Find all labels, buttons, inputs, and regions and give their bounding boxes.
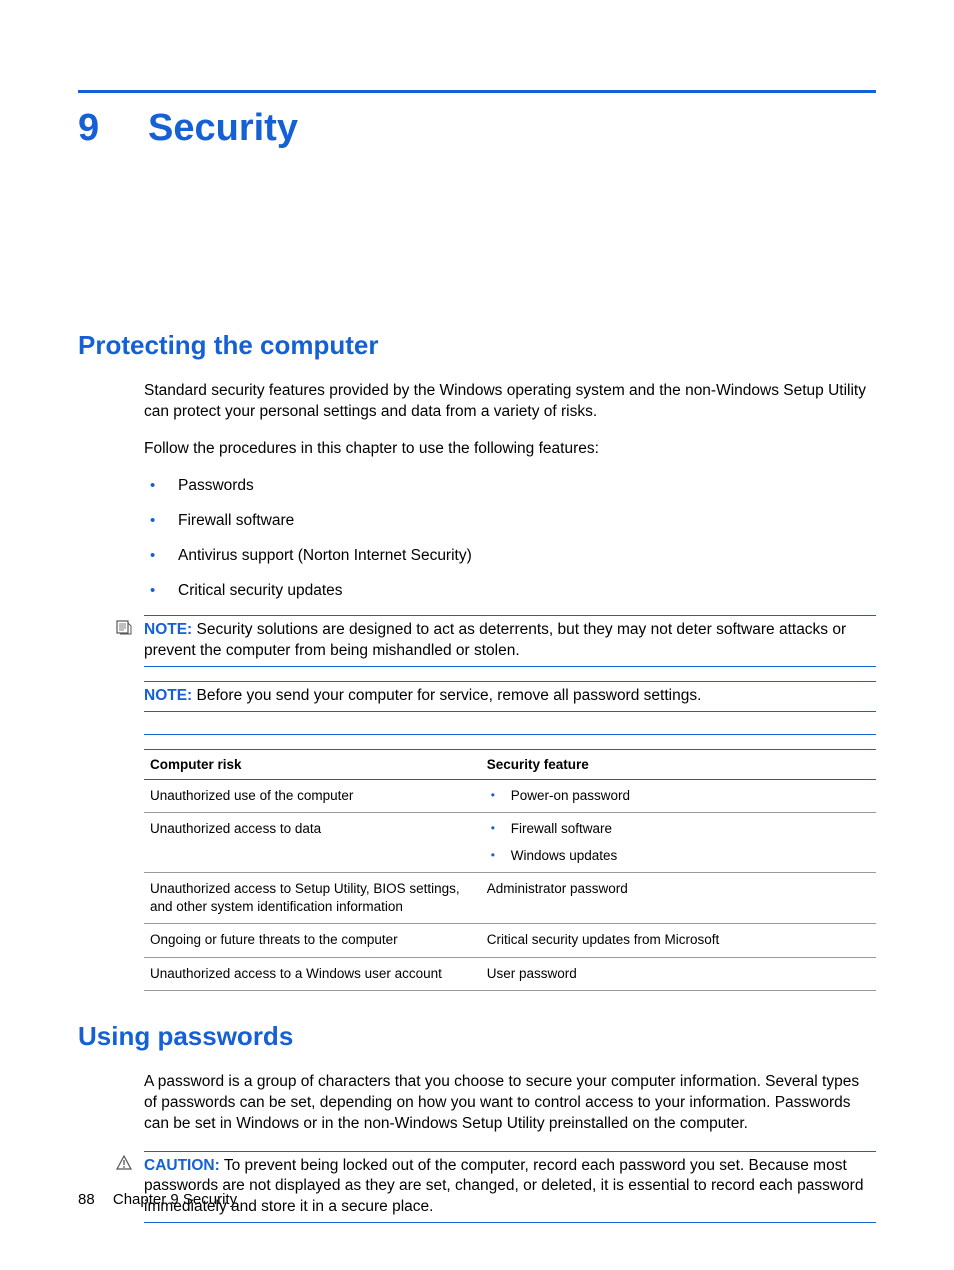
list-item: Firewall software <box>144 511 876 532</box>
list-item: Antivirus support (Norton Internet Secur… <box>144 546 876 567</box>
table-header-feature: Security feature <box>481 750 876 780</box>
feature-list: Passwords Firewall software Antivirus su… <box>144 476 876 602</box>
note-icon <box>116 619 132 638</box>
table-header-risk: Computer risk <box>144 750 481 780</box>
footer-label: Chapter 9 Security <box>113 1191 237 1208</box>
list-item: Firewall software <box>487 820 870 838</box>
caution-block: CAUTION: To prevent being locked out of … <box>118 1151 876 1224</box>
cell-risk: Unauthorized access to data <box>144 813 481 872</box>
note-text: Security solutions are designed to act a… <box>144 621 846 659</box>
note-block-1: NOTE: Security solutions are designed to… <box>118 615 876 667</box>
table-row: Unauthorized access to a Windows user ac… <box>144 957 876 990</box>
cell-feature: Administrator password <box>481 872 876 923</box>
table-row: Unauthorized use of the computer Power-o… <box>144 780 876 813</box>
cell-risk: Unauthorized access to a Windows user ac… <box>144 957 481 990</box>
chapter-heading: 9 Security <box>78 107 876 150</box>
section-heading-passwords: Using passwords <box>78 1021 876 1052</box>
note-block-2: NOTE: Before you send your computer for … <box>144 681 876 712</box>
cell-risk: Unauthorized access to Setup Utility, BI… <box>144 872 481 923</box>
page-footer: 88 Chapter 9 Security <box>78 1191 237 1208</box>
cell-risk: Unauthorized use of the computer <box>144 780 481 813</box>
table-row: Unauthorized access to data Firewall sof… <box>144 813 876 872</box>
list-item: Power-on password <box>487 787 870 805</box>
cell-feature: User password <box>481 957 876 990</box>
note-label: NOTE: <box>144 687 192 704</box>
cell-feature: Critical security updates from Microsoft <box>481 924 876 957</box>
table-row: Ongoing or future threats to the compute… <box>144 924 876 957</box>
chapter-rule <box>78 90 876 93</box>
note-text: Before you send your computer for servic… <box>197 687 702 704</box>
risk-table: Computer risk Security feature Unauthori… <box>144 734 876 991</box>
section-heading-protecting: Protecting the computer <box>78 330 876 361</box>
page-number: 88 <box>78 1191 95 1208</box>
para-passwords-1: A password is a group of characters that… <box>144 1072 876 1135</box>
caution-label: CAUTION: <box>144 1157 220 1174</box>
list-item: Windows updates <box>487 847 870 865</box>
list-item: Passwords <box>144 476 876 497</box>
cell-risk: Ongoing or future threats to the compute… <box>144 924 481 957</box>
cell-feature: Power-on password <box>481 780 876 813</box>
caution-icon <box>116 1155 132 1174</box>
para-intro-2: Follow the procedures in this chapter to… <box>144 439 876 460</box>
table-row: Unauthorized access to Setup Utility, BI… <box>144 872 876 923</box>
para-intro-1: Standard security features provided by t… <box>144 381 876 423</box>
list-item: Critical security updates <box>144 581 876 602</box>
chapter-number: 9 <box>78 107 148 150</box>
cell-feature: Firewall software Windows updates <box>481 813 876 872</box>
chapter-title: Security <box>148 107 298 150</box>
caution-text: To prevent being locked out of the compu… <box>144 1157 863 1216</box>
note-label: NOTE: <box>144 621 192 638</box>
